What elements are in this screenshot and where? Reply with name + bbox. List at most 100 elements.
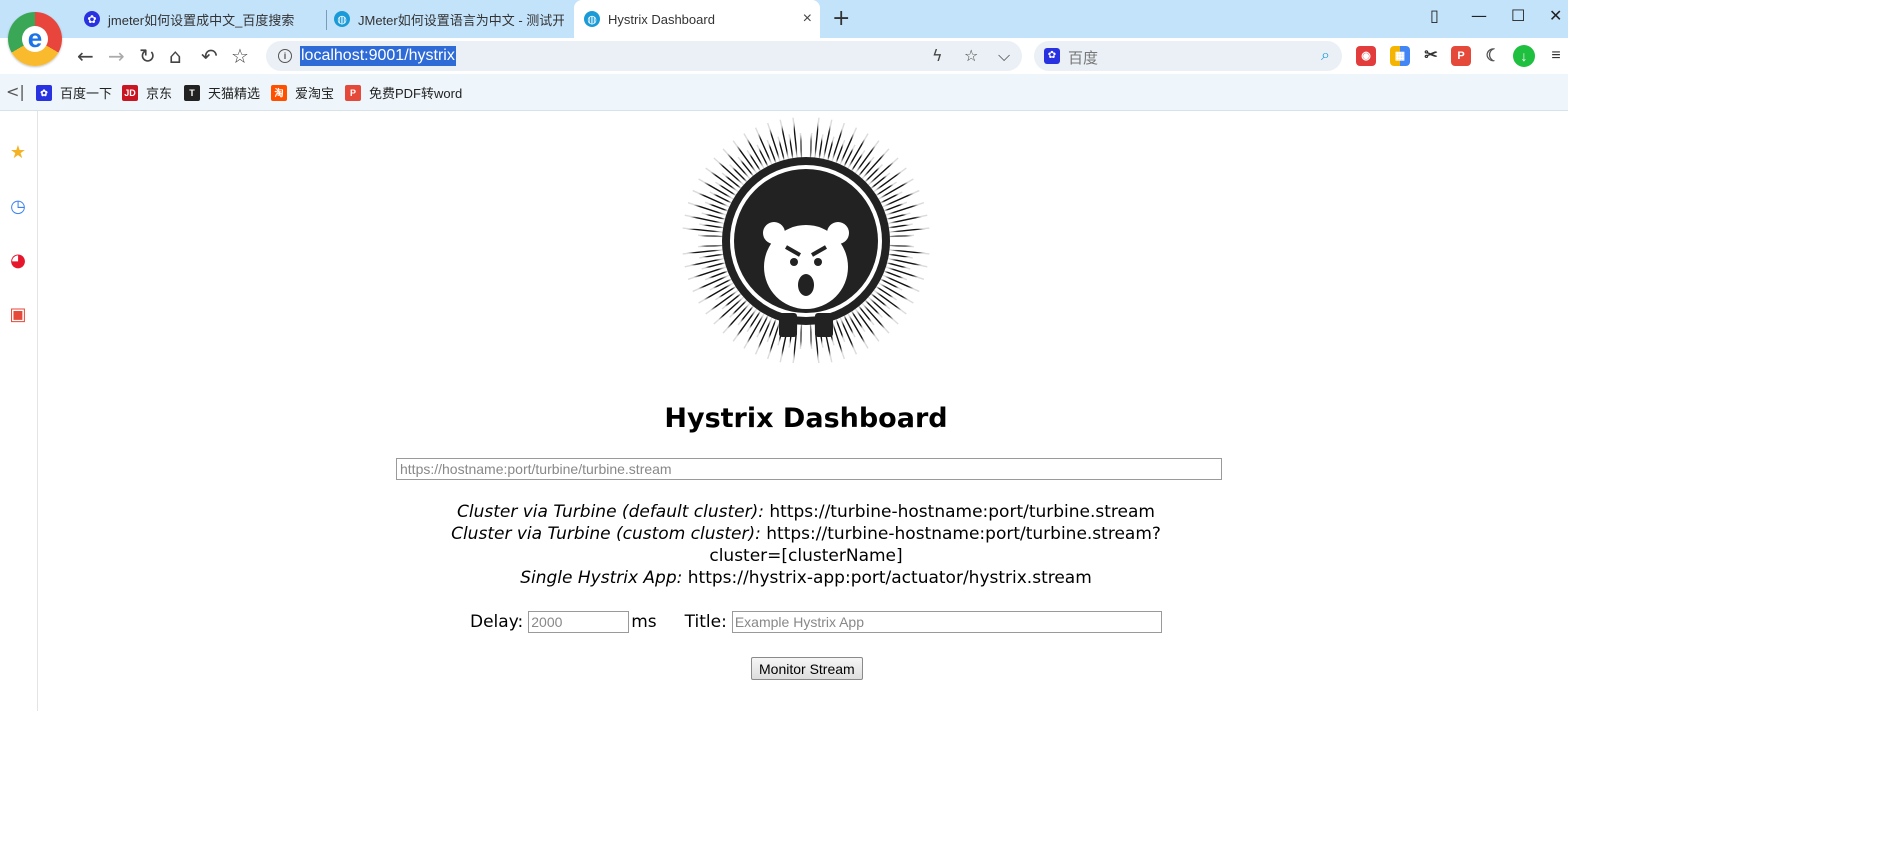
spike — [732, 140, 760, 177]
browser-logo-letter: e — [27, 23, 43, 53]
bookmark-label: 百度一下 — [60, 86, 113, 101]
bear-ear-left — [763, 222, 785, 244]
favorites-star-icon[interactable]: ★ — [7, 142, 29, 164]
download-icon[interactable]: ↓ — [1513, 45, 1535, 67]
bookmark-label: 免费PDF转word — [369, 86, 463, 101]
night-mode-icon[interactable]: ☾ — [1483, 46, 1503, 66]
monitor-stream-button[interactable]: Monitor Stream — [751, 657, 863, 680]
bookmark-item[interactable]: ✿ 百度一下 — [36, 83, 112, 102]
page-content: Hystrix Dashboard Cluster via Turbine (d… — [38, 111, 1568, 711]
spike — [698, 234, 727, 238]
example-value: https://hystrix-app:port/actuator/hystri… — [687, 568, 1092, 588]
spike — [799, 320, 803, 349]
spike — [852, 140, 880, 177]
collapse-sidebar-icon[interactable]: <| — [6, 82, 25, 101]
spike — [788, 134, 795, 163]
delay-label: Delay: — [470, 612, 524, 632]
stream-examples: Cluster via Turbine (default cluster): h… — [38, 501, 1574, 589]
spike — [885, 248, 930, 255]
spike — [821, 119, 833, 163]
bookmark-label: 爱淘宝 — [295, 86, 335, 101]
example-wrap: Cluster via Turbine (custom cluster): ht… — [446, 523, 1166, 567]
close-window-button[interactable]: ✕ — [1549, 6, 1562, 26]
globe-icon: ◍ — [334, 11, 350, 27]
spike — [834, 315, 846, 343]
spike — [809, 133, 813, 162]
baidu-paw-icon: ✿ — [36, 84, 52, 101]
chevron-down-icon[interactable]: ⌵ — [998, 46, 1010, 66]
spike — [682, 248, 727, 255]
gamepad-icon[interactable]: ◉ — [1356, 46, 1376, 66]
spike — [704, 269, 732, 281]
address-url[interactable]: localhost:9001/hystrix — [300, 46, 456, 66]
eye-left — [790, 258, 798, 266]
spike — [743, 133, 767, 173]
spike — [705, 287, 742, 315]
forward-arrow-icon[interactable]: → — [108, 44, 125, 68]
side-panel: ★ ◷ ◕ ▣ — [0, 111, 38, 711]
reload-icon[interactable]: ↻ — [139, 44, 156, 68]
stream-url-input[interactable] — [396, 458, 1222, 480]
taobao-icon: 淘 — [271, 84, 287, 101]
options-row: Delay: ms Title: — [470, 609, 1162, 635]
example-single-app: Single Hystrix App: https://hystrix-app:… — [38, 567, 1574, 589]
spike — [813, 117, 820, 162]
pdf-icon[interactable]: P — [1451, 46, 1471, 66]
apps-grid-icon[interactable]: ▦ — [1390, 46, 1410, 66]
delay-input[interactable] — [528, 611, 630, 633]
bookmark-item[interactable]: T 天猫精选 — [184, 83, 260, 102]
spike — [884, 252, 913, 259]
baidu-paw-icon: ✿ — [84, 11, 100, 27]
home-icon[interactable]: ⌂ — [169, 44, 182, 68]
spike — [705, 167, 742, 195]
spike — [852, 305, 880, 342]
bear-ear-right — [827, 222, 849, 244]
spike — [704, 201, 732, 213]
foot-right — [815, 313, 833, 337]
bookmarks-bar: <| ✿ 百度一下 JD 京东 T 天猫精选 淘 爱淘宝 P 免费PDF转wor… — [0, 74, 1568, 111]
search-box[interactable]: ✿ 百度 ⌕ — [1034, 41, 1342, 71]
scissors-icon[interactable]: ✂ — [1421, 46, 1441, 66]
search-icon[interactable]: ⌕ — [1321, 45, 1330, 65]
close-tab-icon[interactable]: × — [803, 10, 812, 28]
bookmark-item[interactable]: P 免费PDF转word — [345, 83, 462, 102]
spike — [834, 139, 846, 167]
baidu-paw-icon[interactable]: ✿ — [1044, 48, 1060, 64]
tile-windows-icon[interactable]: ▯ — [1430, 6, 1439, 26]
minimize-button[interactable]: — — [1471, 6, 1487, 26]
back-arrow-icon[interactable]: ← — [77, 44, 94, 68]
spike — [684, 214, 728, 226]
weibo-icon[interactable]: ◕ — [7, 250, 29, 272]
title-input[interactable] — [731, 611, 1162, 633]
undo-close-icon[interactable]: ↶ — [201, 44, 218, 68]
spike — [799, 133, 803, 162]
hystrix-hedgehog-logo — [682, 117, 930, 363]
bookmark-item[interactable]: JD 京东 — [122, 83, 172, 102]
spike — [743, 309, 767, 349]
bookmark-item[interactable]: 淘 爱淘宝 — [271, 83, 334, 102]
browser-logo[interactable]: e — [8, 12, 62, 66]
address-bar[interactable]: i localhost:9001/hystrix ϟ ☆ ⌵ — [266, 41, 1022, 71]
spike — [684, 256, 728, 268]
history-icon[interactable]: ◷ — [7, 196, 29, 218]
tab-hystrix-dashboard[interactable]: ◍ Hystrix Dashboard × — [574, 0, 820, 38]
maximize-button[interactable]: ☐ — [1511, 6, 1525, 26]
jd-icon: JD — [122, 84, 138, 101]
spike — [732, 305, 760, 342]
page-title: Hystrix Dashboard — [664, 403, 948, 434]
spike — [766, 139, 778, 167]
tab-baidu-search[interactable]: ✿ jmeter如何设置成中文_百度搜索 — [84, 0, 324, 38]
tab-jmeter-article[interactable]: ◍ JMeter如何设置语言为中文 - 测试开 — [334, 0, 564, 38]
example-label: Cluster via Turbine (default cluster): — [457, 502, 764, 522]
favorite-star-icon[interactable]: ☆ — [231, 44, 249, 68]
menu-icon[interactable]: ≡ — [1546, 46, 1566, 66]
tab-title: Hystrix Dashboard — [608, 11, 715, 27]
site-info-icon[interactable]: i — [278, 49, 292, 63]
new-tab-button[interactable]: + — [832, 7, 850, 31]
bookmark-star-icon[interactable]: ☆ — [964, 46, 978, 66]
tmall-icon: T — [184, 84, 200, 101]
spike — [698, 280, 738, 304]
lightning-icon[interactable]: ϟ — [932, 46, 943, 66]
pdf-icon[interactable]: ▣ — [7, 304, 29, 326]
spike — [880, 201, 908, 213]
